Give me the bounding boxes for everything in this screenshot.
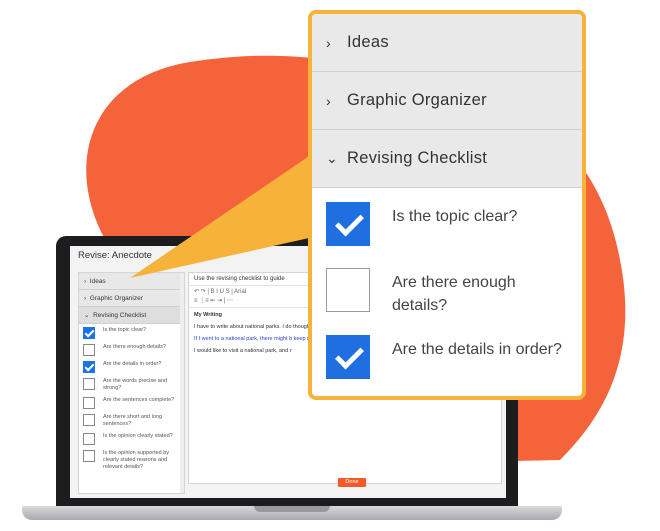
popup-section-revising-checklist[interactable]: ⌄ Revising Checklist (312, 130, 582, 188)
popup-section-label: Ideas (347, 33, 389, 51)
chevron-right-icon: › (326, 92, 331, 109)
checklist-item-label: Is the topic clear? (392, 208, 518, 225)
popup-section-label: Graphic Organizer (347, 91, 487, 109)
checklist-item-order[interactable]: Are the details in order? (312, 335, 582, 379)
checklist-item-details[interactable]: Are there enough details? (312, 268, 582, 317)
checklist-item-label: Are there enough details? (392, 274, 516, 314)
callout-shape (130, 150, 318, 278)
popup-section-label: Revising Checklist (347, 149, 488, 167)
checklist-item-topic[interactable]: Is the topic clear? (312, 202, 582, 246)
checkbox-unchecked[interactable] (326, 268, 370, 312)
checkbox-checked[interactable] (326, 335, 370, 379)
chevron-down-icon: ⌄ (326, 150, 339, 166)
popup-section-ideas[interactable]: › Ideas (312, 14, 582, 72)
popup-section-graphic-organizer[interactable]: › Graphic Organizer (312, 72, 582, 130)
checklist-popup: › Ideas › Graphic Organizer ⌄ Revising C… (308, 10, 586, 400)
checkbox-checked[interactable] (326, 202, 370, 246)
chevron-right-icon: › (326, 34, 331, 51)
checklist-item-label: Are the details in order? (392, 341, 562, 358)
